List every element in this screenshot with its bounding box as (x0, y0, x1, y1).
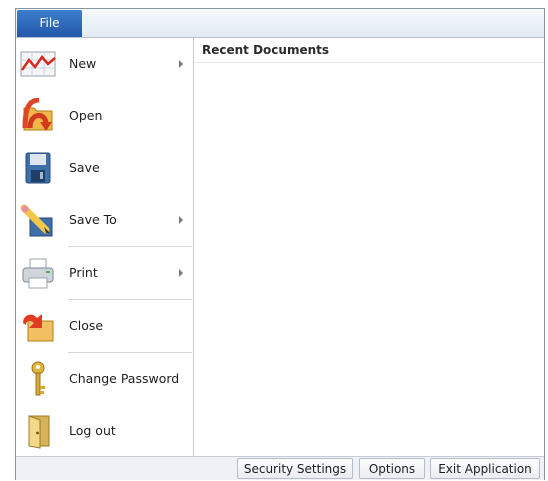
menu-item-close[interactable]: Close (16, 300, 193, 352)
submenu-arrow-icon (179, 60, 183, 68)
menu-item-label: Print (69, 265, 98, 280)
recent-documents-title: Recent Documents (202, 43, 330, 57)
menu-item-label: Log out (69, 423, 116, 438)
file-menu-list: New Open Save Save To Print Close Change… (16, 38, 194, 456)
key-icon (20, 361, 56, 397)
menu-item-change-password[interactable]: Change Password (16, 353, 193, 405)
ribbon-tab-bar: File (16, 9, 544, 38)
menu-item-save-to[interactable]: Save To (16, 194, 193, 246)
application-menu-window: File New Open Save Save To Print Close C… (15, 8, 545, 480)
menu-item-label: Change Password (69, 371, 180, 386)
menu-item-label: New (69, 56, 97, 71)
menu-item-save[interactable]: Save (16, 142, 193, 194)
menu-item-label: Save (69, 160, 100, 175)
floppy-disk-icon (20, 150, 56, 186)
exit-application-button[interactable]: Exit Application (430, 458, 540, 479)
menu-item-label: Close (69, 318, 104, 333)
security-settings-button[interactable]: Security Settings (237, 458, 353, 479)
close-folder-icon (20, 308, 56, 344)
open-folder-icon (20, 98, 56, 134)
file-tab[interactable]: File (17, 10, 82, 37)
menu-item-label: Save To (69, 212, 117, 227)
menu-item-open[interactable]: Open (16, 90, 193, 142)
menu-item-new[interactable]: New (16, 38, 193, 90)
header-divider (194, 62, 544, 63)
pencil-icon (20, 202, 56, 238)
menu-item-print[interactable]: Print (16, 247, 193, 299)
chart-icon (20, 46, 56, 82)
options-button[interactable]: Options (359, 458, 425, 479)
door-icon (20, 413, 56, 449)
printer-icon (20, 255, 56, 291)
submenu-arrow-icon (179, 269, 183, 277)
menu-item-log-out[interactable]: Log out (16, 405, 193, 457)
menu-item-label: Open (69, 108, 103, 123)
status-bar: Security Settings Options Exit Applicati… (16, 456, 544, 480)
recent-documents-pane: Recent Documents (194, 38, 544, 456)
submenu-arrow-icon (179, 216, 183, 224)
